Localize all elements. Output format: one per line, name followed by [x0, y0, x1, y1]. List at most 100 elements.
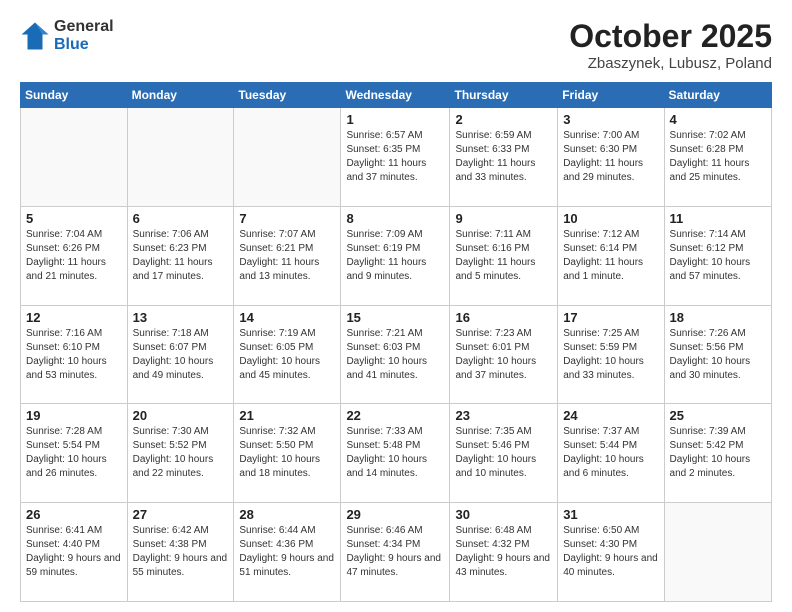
weekday-header-cell: Friday: [558, 83, 664, 108]
day-info: Sunrise: 7:12 AM Sunset: 6:14 PM Dayligh…: [563, 228, 658, 284]
day-number: 26: [26, 507, 122, 522]
day-number: 11: [670, 211, 766, 226]
day-number: 23: [455, 408, 552, 423]
calendar-cell: 21 Sunrise: 7:32 AM Sunset: 5:50 PM Dayli…: [234, 404, 341, 503]
calendar-cell: 7Sunrise: 7:07 AM Sunset: 6:21 PM Daylig…: [234, 206, 341, 305]
day-info: Sunrise: 7:19 AM Sunset: 6:05 PM Dayligh…: [239, 327, 335, 383]
calendar-week-row: 19 Sunrise: 7:28 AM Sunset: 5:54 PM Dayli…: [21, 404, 772, 503]
calendar-cell: 29 Sunrise: 6:46 AM Sunset: 4:34 PM Dayli…: [341, 503, 450, 602]
logo-blue-text: Blue: [54, 36, 114, 54]
day-number: 29: [346, 507, 444, 522]
day-info: Sunrise: 7:28 AM Sunset: 5:54 PM Dayligh…: [26, 425, 122, 481]
day-number: 9: [455, 211, 552, 226]
day-info: Sunrise: 6:50 AM Sunset: 4:30 PM Dayligh…: [563, 524, 658, 580]
month-title: October 2025: [569, 18, 772, 55]
day-number: 15: [346, 310, 444, 325]
day-info: Sunrise: 7:00 AM Sunset: 6:30 PM Dayligh…: [563, 129, 658, 185]
day-info: Sunrise: 7:04 AM Sunset: 6:26 PM Dayligh…: [26, 228, 122, 284]
day-number: 21: [239, 408, 335, 423]
weekday-header-cell: Saturday: [664, 83, 771, 108]
day-info: Sunrise: 6:41 AM Sunset: 4:40 PM Dayligh…: [26, 524, 122, 580]
day-number: 28: [239, 507, 335, 522]
day-number: 25: [670, 408, 766, 423]
weekday-header-cell: Thursday: [450, 83, 558, 108]
calendar-cell: 25 Sunrise: 7:39 AM Sunset: 5:42 PM Dayli…: [664, 404, 771, 503]
day-info: Sunrise: 6:46 AM Sunset: 4:34 PM Dayligh…: [346, 524, 444, 580]
day-info: Sunrise: 6:57 AM Sunset: 6:35 PM Dayligh…: [346, 129, 444, 185]
day-info: Sunrise: 6:48 AM Sunset: 4:32 PM Dayligh…: [455, 524, 552, 580]
day-number: 12: [26, 310, 122, 325]
calendar-cell: 27 Sunrise: 6:42 AM Sunset: 4:38 PM Dayli…: [127, 503, 234, 602]
day-number: 5: [26, 211, 122, 226]
day-number: 18: [670, 310, 766, 325]
day-info: Sunrise: 7:06 AM Sunset: 6:23 PM Dayligh…: [133, 228, 229, 284]
calendar-cell: 30Sunrise: 6:48 AM Sunset: 4:32 PM Dayli…: [450, 503, 558, 602]
calendar-week-row: 5 Sunrise: 7:04 AM Sunset: 6:26 PM Daylig…: [21, 206, 772, 305]
day-number: 2: [455, 112, 552, 127]
day-info: Sunrise: 7:37 AM Sunset: 5:44 PM Dayligh…: [563, 425, 658, 481]
calendar-cell: 15 Sunrise: 7:21 AM Sunset: 6:03 PM Dayli…: [341, 305, 450, 404]
logo-general-text: General: [54, 18, 114, 36]
calendar-cell: 26 Sunrise: 6:41 AM Sunset: 4:40 PM Dayli…: [21, 503, 128, 602]
day-info: Sunrise: 7:25 AM Sunset: 5:59 PM Dayligh…: [563, 327, 658, 383]
calendar-week-row: 26 Sunrise: 6:41 AM Sunset: 4:40 PM Dayli…: [21, 503, 772, 602]
location: Zbaszynek, Lubusz, Poland: [569, 55, 772, 72]
weekday-header-cell: Tuesday: [234, 83, 341, 108]
day-number: 8: [346, 211, 444, 226]
day-info: Sunrise: 7:21 AM Sunset: 6:03 PM Dayligh…: [346, 327, 444, 383]
day-number: 4: [670, 112, 766, 127]
logo-icon: [20, 21, 50, 51]
header: General Blue October 2025 Zbaszynek, Lub…: [20, 18, 772, 72]
day-info: Sunrise: 7:33 AM Sunset: 5:48 PM Dayligh…: [346, 425, 444, 481]
calendar-week-row: 1Sunrise: 6:57 AM Sunset: 6:35 PM Daylig…: [21, 108, 772, 207]
day-info: Sunrise: 7:26 AM Sunset: 5:56 PM Dayligh…: [670, 327, 766, 383]
day-number: 19: [26, 408, 122, 423]
calendar-cell: 18 Sunrise: 7:26 AM Sunset: 5:56 PM Dayli…: [664, 305, 771, 404]
logo: General Blue: [20, 18, 114, 53]
calendar-cell: 6 Sunrise: 7:06 AM Sunset: 6:23 PM Daylig…: [127, 206, 234, 305]
day-info: Sunrise: 7:07 AM Sunset: 6:21 PM Dayligh…: [239, 228, 335, 284]
calendar-cell: [664, 503, 771, 602]
day-info: Sunrise: 7:11 AM Sunset: 6:16 PM Dayligh…: [455, 228, 552, 284]
day-info: Sunrise: 6:44 AM Sunset: 4:36 PM Dayligh…: [239, 524, 335, 580]
calendar-cell: 10Sunrise: 7:12 AM Sunset: 6:14 PM Dayli…: [558, 206, 664, 305]
calendar-cell: 1Sunrise: 6:57 AM Sunset: 6:35 PM Daylig…: [341, 108, 450, 207]
calendar-cell: [21, 108, 128, 207]
day-info: Sunrise: 7:39 AM Sunset: 5:42 PM Dayligh…: [670, 425, 766, 481]
calendar-cell: 31 Sunrise: 6:50 AM Sunset: 4:30 PM Dayli…: [558, 503, 664, 602]
calendar-cell: 2Sunrise: 6:59 AM Sunset: 6:33 PM Daylig…: [450, 108, 558, 207]
calendar-cell: 22 Sunrise: 7:33 AM Sunset: 5:48 PM Dayli…: [341, 404, 450, 503]
day-number: 31: [563, 507, 658, 522]
day-info: Sunrise: 7:14 AM Sunset: 6:12 PM Dayligh…: [670, 228, 766, 284]
calendar-cell: 12Sunrise: 7:16 AM Sunset: 6:10 PM Dayli…: [21, 305, 128, 404]
day-number: 16: [455, 310, 552, 325]
calendar-week-row: 12Sunrise: 7:16 AM Sunset: 6:10 PM Dayli…: [21, 305, 772, 404]
day-info: Sunrise: 7:02 AM Sunset: 6:28 PM Dayligh…: [670, 129, 766, 185]
calendar-cell: 23Sunrise: 7:35 AM Sunset: 5:46 PM Dayli…: [450, 404, 558, 503]
day-info: Sunrise: 7:32 AM Sunset: 5:50 PM Dayligh…: [239, 425, 335, 481]
weekday-header-row: SundayMondayTuesdayWednesdayThursdayFrid…: [21, 83, 772, 108]
calendar-cell: 3 Sunrise: 7:00 AM Sunset: 6:30 PM Daylig…: [558, 108, 664, 207]
calendar-cell: 9 Sunrise: 7:11 AM Sunset: 6:16 PM Daylig…: [450, 206, 558, 305]
day-info: Sunrise: 7:30 AM Sunset: 5:52 PM Dayligh…: [133, 425, 229, 481]
weekday-header-cell: Sunday: [21, 83, 128, 108]
day-number: 20: [133, 408, 229, 423]
calendar-cell: 14 Sunrise: 7:19 AM Sunset: 6:05 PM Dayli…: [234, 305, 341, 404]
day-number: 3: [563, 112, 658, 127]
calendar-page: General Blue October 2025 Zbaszynek, Lub…: [0, 0, 792, 612]
day-number: 22: [346, 408, 444, 423]
calendar-cell: 17Sunrise: 7:25 AM Sunset: 5:59 PM Dayli…: [558, 305, 664, 404]
day-info: Sunrise: 7:18 AM Sunset: 6:07 PM Dayligh…: [133, 327, 229, 383]
day-info: Sunrise: 7:23 AM Sunset: 6:01 PM Dayligh…: [455, 327, 552, 383]
calendar-cell: 19 Sunrise: 7:28 AM Sunset: 5:54 PM Dayli…: [21, 404, 128, 503]
day-number: 14: [239, 310, 335, 325]
day-info: Sunrise: 6:42 AM Sunset: 4:38 PM Dayligh…: [133, 524, 229, 580]
calendar-cell: [127, 108, 234, 207]
calendar-cell: 11 Sunrise: 7:14 AM Sunset: 6:12 PM Dayli…: [664, 206, 771, 305]
day-number: 27: [133, 507, 229, 522]
weekday-header-cell: Wednesday: [341, 83, 450, 108]
calendar-cell: 5 Sunrise: 7:04 AM Sunset: 6:26 PM Daylig…: [21, 206, 128, 305]
day-number: 6: [133, 211, 229, 226]
weekday-header-cell: Monday: [127, 83, 234, 108]
calendar-cell: 20 Sunrise: 7:30 AM Sunset: 5:52 PM Dayli…: [127, 404, 234, 503]
